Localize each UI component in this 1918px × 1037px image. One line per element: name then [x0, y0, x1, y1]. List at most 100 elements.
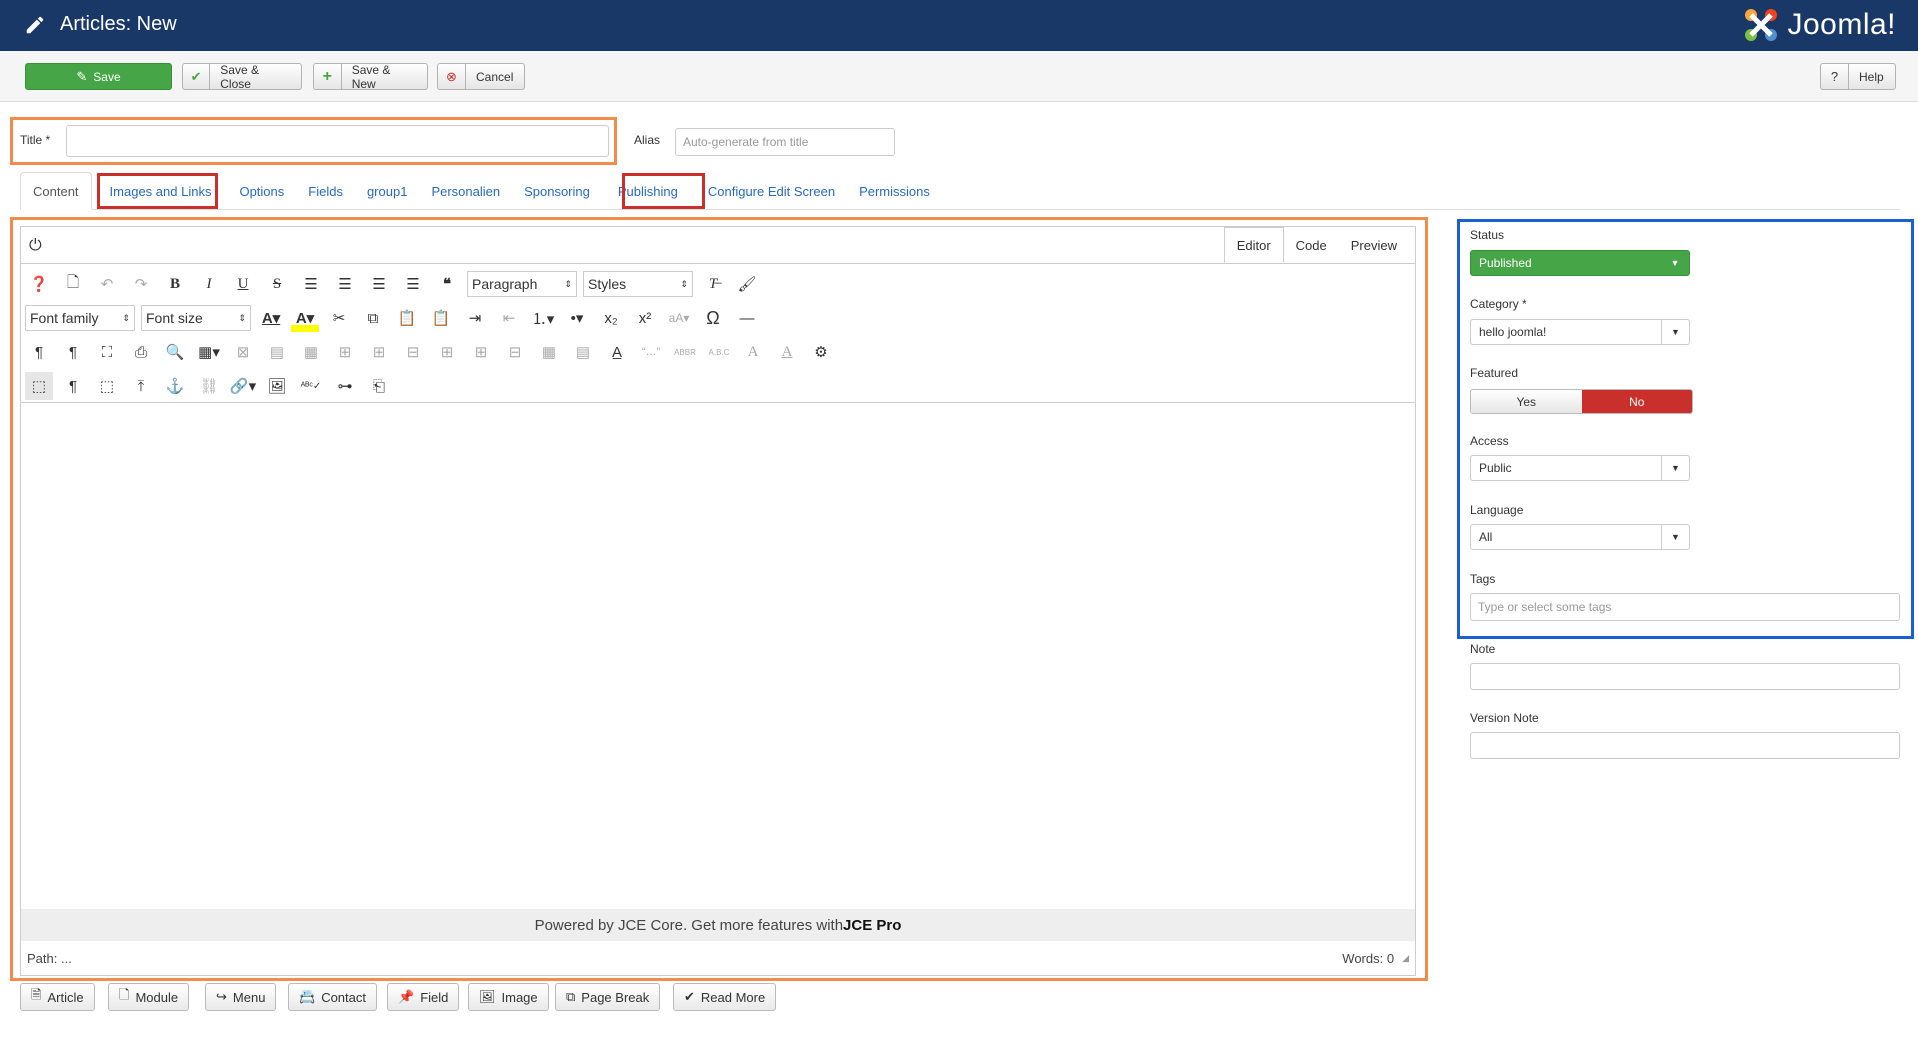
powered-pro-link[interactable]: JCE Pro: [843, 917, 901, 934]
editor-content-area[interactable]: [21, 404, 1415, 902]
mode-tab-editor[interactable]: Editor: [1223, 227, 1284, 263]
nonbreaking-icon[interactable]: ⊶: [331, 372, 359, 400]
tab-personalien[interactable]: Personalien: [419, 172, 512, 210]
insert-text-icon[interactable]: A: [773, 338, 801, 366]
save-button[interactable]: ✎ Save: [25, 63, 172, 90]
align-justify-icon[interactable]: ☰: [297, 270, 325, 298]
featured-no-button[interactable]: No: [1581, 390, 1692, 413]
align-left-icon[interactable]: ☰: [365, 270, 393, 298]
search-icon[interactable]: 🔍: [161, 338, 189, 366]
paste-text-icon[interactable]: 📋: [427, 304, 455, 332]
insert-page-break-button[interactable]: ⧉ Page Break: [555, 983, 661, 1011]
align-center-icon[interactable]: ☰: [331, 270, 359, 298]
align-right-icon[interactable]: ☰: [399, 270, 427, 298]
tab-options[interactable]: Options: [227, 172, 296, 210]
table-delete-col-icon[interactable]: ⊟: [501, 338, 529, 366]
power-toggle-icon[interactable]: ⏻: [29, 237, 42, 255]
show-blocks-icon[interactable]: ¶: [59, 372, 87, 400]
settings-gear-icon[interactable]: ⚙: [807, 338, 835, 366]
status-select[interactable]: Published ▼: [1470, 250, 1690, 276]
help-button[interactable]: ? Help: [1820, 63, 1896, 90]
cut-icon[interactable]: ✂: [325, 304, 353, 332]
print-icon[interactable]: ⎙: [127, 338, 155, 366]
clear-formatting-icon[interactable]: T̶: [699, 270, 727, 298]
styles-select[interactable]: Styles ⇕: [583, 271, 693, 297]
tab-configure-edit-screen[interactable]: Configure Edit Screen: [696, 172, 847, 210]
insert-module-button[interactable]: 🗋 Module: [108, 983, 190, 1011]
strikethrough-icon[interactable]: S: [263, 270, 291, 298]
table-insert-col-after-icon[interactable]: ⊞: [467, 338, 495, 366]
featured-yes-button[interactable]: Yes: [1471, 390, 1582, 413]
numbered-list-icon[interactable]: ⒈▾: [529, 304, 557, 332]
tab-permissions[interactable]: Permissions: [847, 172, 942, 210]
undo-icon[interactable]: ↶: [93, 270, 121, 298]
abbreviation-icon[interactable]: ABBR: [671, 338, 699, 366]
bullet-list-icon[interactable]: •▾: [563, 304, 591, 332]
cleanup-brush-icon[interactable]: 🖌: [733, 270, 761, 298]
insert-menu-button[interactable]: ↪ Menu: [205, 983, 277, 1011]
table-delete-icon[interactable]: ⊠: [229, 338, 257, 366]
access-select[interactable]: Public ▼: [1470, 455, 1690, 481]
format-select[interactable]: Paragraph ⇕: [467, 271, 577, 297]
note-input[interactable]: [1470, 663, 1900, 690]
tab-content[interactable]: Content: [20, 172, 92, 210]
tags-input[interactable]: Type or select some tags: [1470, 593, 1900, 621]
insert-article-button[interactable]: 🗎 Article: [20, 983, 95, 1011]
text-case-icon[interactable]: aA▾: [665, 304, 693, 332]
underline-icon[interactable]: U: [229, 270, 257, 298]
font-size-select[interactable]: Font size ⇕: [141, 305, 251, 331]
insert-contact-button[interactable]: 📇 Contact: [288, 983, 377, 1011]
horizontal-rule-icon[interactable]: —: [733, 304, 761, 332]
subscript-icon[interactable]: x₂: [597, 304, 625, 332]
ltr-icon[interactable]: ¶: [25, 338, 53, 366]
table-insert-col-before-icon[interactable]: ⊞: [433, 338, 461, 366]
copy-icon[interactable]: ⧉: [359, 304, 387, 332]
superscript-icon[interactable]: x²: [631, 304, 659, 332]
text-color-icon[interactable]: A▾: [257, 304, 285, 332]
paragraph-block-icon[interactable]: ⬚: [93, 372, 121, 400]
paste-icon[interactable]: 📋: [393, 304, 421, 332]
insert-read-more-button[interactable]: ✔ Read More: [673, 983, 777, 1011]
mode-tab-code[interactable]: Code: [1284, 227, 1339, 263]
table-merge-cells-icon[interactable]: ▤: [569, 338, 597, 366]
table-row-props-icon[interactable]: ▤: [263, 338, 291, 366]
blockquote-icon[interactable]: ❝: [433, 270, 461, 298]
tab-fields[interactable]: Fields: [296, 172, 355, 210]
font-family-select[interactable]: Font family ⇕: [25, 305, 135, 331]
help-circle-icon[interactable]: ❓: [25, 270, 53, 298]
title-input[interactable]: [66, 125, 609, 157]
table-delete-row-icon[interactable]: ⊟: [399, 338, 427, 366]
background-color-icon[interactable]: A▾: [291, 304, 319, 332]
language-select[interactable]: All ▼: [1470, 524, 1690, 550]
spellcheck-icon[interactable]: ᴬᴮᶜ✓: [297, 372, 325, 400]
citation-icon[interactable]: A: [739, 338, 767, 366]
table-icon[interactable]: ▦▾: [195, 338, 223, 366]
new-document-icon[interactable]: 🗋: [59, 270, 87, 298]
bold-icon[interactable]: B: [161, 270, 189, 298]
style-props-icon[interactable]: A̲: [603, 338, 631, 366]
joomla-logo[interactable]: Joomla!: [1741, 5, 1896, 45]
category-select[interactable]: hello joomla! ▼: [1470, 319, 1690, 345]
insert-field-button[interactable]: 📌 Field: [387, 983, 460, 1011]
fullscreen-icon[interactable]: ⛶: [93, 338, 121, 366]
mode-tab-preview[interactable]: Preview: [1339, 227, 1409, 263]
tab-group1[interactable]: group1: [355, 172, 419, 210]
rtl-icon[interactable]: ¶: [59, 338, 87, 366]
page-break-icon[interactable]: ⎗: [365, 372, 393, 400]
unlink-icon[interactable]: ⛓: [195, 372, 223, 400]
table-insert-row-after-icon[interactable]: ⊞: [365, 338, 393, 366]
save-new-button[interactable]: + Save & New: [313, 63, 428, 91]
quote-marks-icon[interactable]: “…”: [637, 338, 665, 366]
acronym-icon[interactable]: A.B.C: [705, 338, 733, 366]
version-note-input[interactable]: [1470, 732, 1900, 759]
indent-icon[interactable]: ⇥: [461, 304, 489, 332]
outdent-icon[interactable]: ⇤: [495, 304, 523, 332]
table-insert-row-before-icon[interactable]: ⊞: [331, 338, 359, 366]
italic-icon[interactable]: I: [195, 270, 223, 298]
save-close-button[interactable]: ✔ Save & Close: [182, 63, 302, 91]
table-split-cells-icon[interactable]: ▦: [535, 338, 563, 366]
link-icon[interactable]: 🔗▾: [229, 372, 257, 400]
alias-input[interactable]: Auto-generate from title: [675, 128, 895, 156]
table-cell-props-icon[interactable]: ▦: [297, 338, 325, 366]
upload-icon[interactable]: ⤒: [127, 372, 155, 400]
